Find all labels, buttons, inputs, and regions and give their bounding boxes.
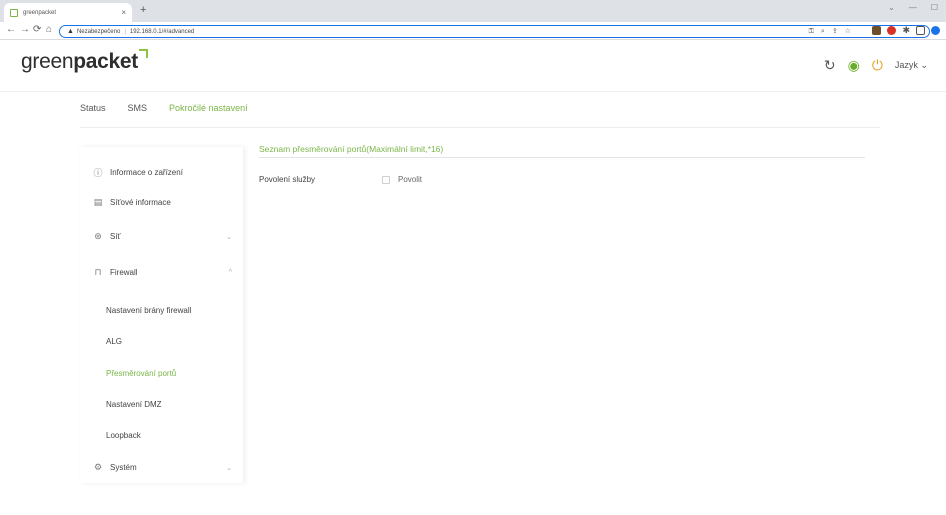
- key-icon[interactable]: ⚿: [809, 26, 814, 37]
- sidebar-subitem-dmz[interactable]: Nastavení DMZ: [106, 400, 162, 409]
- chevron-down-icon: ⌄: [226, 233, 232, 241]
- document-icon: ▤: [93, 197, 103, 207]
- minimize-icon[interactable]: —: [909, 3, 917, 12]
- service-enable-label: Povolení služby: [259, 175, 316, 184]
- greenpacket-favicon-icon: [10, 8, 18, 17]
- security-label: Nezabezpečeno: [76, 28, 121, 35]
- browser-tab[interactable]: greenpacket ×: [4, 3, 132, 22]
- logo-text-bold: packet: [73, 50, 138, 73]
- chevron-down-icon: ⌄: [226, 464, 232, 472]
- sidebar-item-firewall[interactable]: ⊓ Firewall ^: [92, 267, 232, 278]
- info-icon: ⓘ: [93, 168, 103, 178]
- header-divider: [0, 91, 946, 92]
- tab-search-icon[interactable]: ⌄: [888, 3, 895, 12]
- address-bar-actions: ⚿ ⌕ ⇪ ☆: [809, 26, 851, 37]
- language-label: Jazyk: [894, 59, 918, 70]
- window-controls: ⌄ — ☐: [888, 3, 938, 12]
- maximize-icon[interactable]: ☐: [931, 3, 938, 12]
- header-actions: ↻ ◉ ⏻ Jazyk ⌄: [824, 58, 928, 72]
- sidebar-item-device-info[interactable]: ⓘ Informace o zařízení: [92, 166, 232, 179]
- home-icon[interactable]: ⌂: [46, 24, 52, 35]
- greenpacket-logo: greenpacket: [21, 49, 148, 74]
- new-tab-button[interactable]: +: [140, 4, 146, 16]
- language-selector[interactable]: Jazyk ⌄: [895, 60, 928, 71]
- sidebar-item-label: Informace o zařízení: [110, 168, 183, 177]
- profile-avatar-icon[interactable]: [931, 26, 940, 35]
- settings-icon: ⚙: [93, 462, 103, 472]
- address-bar[interactable]: ▲ Nezabezpečeno | 192.168.0.1/#/advanced…: [59, 25, 930, 38]
- logo-mark-icon: [138, 49, 148, 58]
- logo-text-light: green: [21, 50, 74, 73]
- power-icon[interactable]: ⏻: [872, 58, 883, 72]
- extension-1-icon[interactable]: [872, 26, 882, 35]
- back-icon[interactable]: ←: [6, 24, 16, 35]
- lock-icon: ⊓: [94, 267, 102, 277]
- forward-icon[interactable]: →: [20, 24, 30, 35]
- tab-title: greenpacket: [23, 9, 57, 16]
- enable-checkbox-label[interactable]: Povolit: [398, 175, 422, 184]
- warning-icon[interactable]: ▲: [67, 28, 74, 35]
- extension-2-icon[interactable]: [887, 26, 897, 35]
- nav-divider: [80, 127, 880, 128]
- sidebar: ⓘ Informace o zařízení ▤ Síťové informac…: [80, 147, 243, 483]
- tab-close-icon[interactable]: ×: [121, 8, 126, 17]
- sidebar-item-label: Firewall: [110, 268, 138, 277]
- sidebar-item-label: Síť: [110, 232, 121, 241]
- reload-icon[interactable]: ⟳: [33, 24, 41, 35]
- chevron-up-icon: ^: [228, 269, 232, 276]
- section-divider: [259, 157, 865, 158]
- sidebar-item-system[interactable]: ⚙ Systém ⌄: [92, 462, 232, 473]
- refresh-icon[interactable]: ↻: [824, 58, 836, 72]
- star-icon[interactable]: ☆: [845, 26, 851, 37]
- url-text: 192.168.0.1/#/advanced: [129, 28, 195, 35]
- share-icon[interactable]: ⇪: [832, 26, 838, 37]
- extensions: ✱: [872, 25, 940, 36]
- zoom-icon[interactable]: ⌕: [821, 26, 825, 37]
- sidebar-subitem-alg[interactable]: ALG: [106, 337, 122, 346]
- browser-tabstrip: greenpacket × + ⌄ — ☐: [0, 0, 946, 22]
- section-title: Seznam přesměrování portů(Maximální limi…: [259, 144, 444, 154]
- tab-advanced-settings[interactable]: Pokročilé nastavení: [169, 98, 248, 128]
- sidebar-item-network-info[interactable]: ▤ Síťové informace: [92, 197, 232, 208]
- chevron-down-icon: ⌄: [920, 59, 928, 70]
- tab-status[interactable]: Status: [80, 98, 106, 128]
- sidebar-subitem-port-forwarding[interactable]: Přesměrování portů: [106, 369, 176, 378]
- main-nav: Status SMS Pokročilé nastavení: [80, 98, 248, 128]
- sidebar-item-network[interactable]: ⊛ Síť ⌄: [92, 231, 232, 242]
- sidepanel-icon[interactable]: [916, 26, 925, 35]
- address-separator: |: [124, 28, 126, 35]
- browser-toolbar: ← → ⟳ ⌂ ▲ Nezabezpečeno | 192.168.0.1/#/…: [0, 22, 946, 40]
- puzzle-icon[interactable]: ✱: [902, 25, 910, 36]
- network-icon: ⊛: [94, 231, 102, 241]
- sidebar-item-label: Systém: [110, 463, 137, 472]
- sidebar-subitem-firewall-settings[interactable]: Nastavení brány firewall: [106, 306, 191, 315]
- status-icon[interactable]: ◉: [848, 58, 860, 72]
- sidebar-subitem-loopback[interactable]: Loopback: [106, 431, 141, 440]
- tab-sms[interactable]: SMS: [128, 98, 148, 128]
- sidebar-item-label: Síťové informace: [110, 198, 171, 207]
- enable-checkbox[interactable]: [382, 176, 390, 184]
